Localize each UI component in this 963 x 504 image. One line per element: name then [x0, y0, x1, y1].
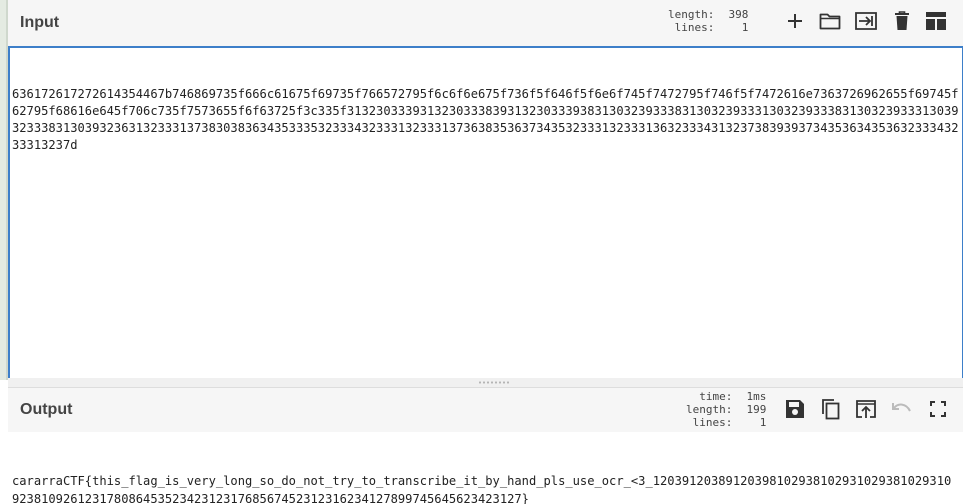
clear-input-button[interactable] [889, 8, 915, 34]
output-length-label: length: [686, 403, 733, 416]
output-textarea[interactable]: cararraCTF{this_flag_is_very_long_so_do_… [8, 432, 960, 504]
replace-input-button[interactable] [853, 396, 879, 422]
add-icon [788, 14, 802, 28]
output-time-value: 1ms [746, 390, 767, 403]
open-file-button[interactable] [853, 8, 879, 34]
fullscreen-icon [930, 401, 946, 417]
resize-divider[interactable] [8, 378, 963, 387]
copy-icon [822, 399, 840, 420]
layout-icon [926, 12, 946, 30]
input-length-label: length: [668, 8, 715, 21]
input-header: Input length: 398 lines: 1 [8, 0, 963, 46]
output-text: cararraCTF{this_flag_is_very_long_so_do_… [12, 474, 952, 504]
folder-icon [819, 13, 841, 30]
import-icon [855, 12, 877, 30]
reset-layout-button[interactable] [923, 8, 949, 34]
add-input-button[interactable] [782, 8, 808, 34]
output-length-value: 199 [746, 403, 767, 416]
input-text: 636172617272614354467b746869735f666c6167… [12, 87, 959, 152]
output-header: Output time: 1ms length: 199 lines: 1 [8, 387, 963, 432]
undo-icon [892, 403, 911, 412]
output-stats: time: 1ms length: 199 lines: 1 [686, 390, 766, 429]
undo-button[interactable] [889, 396, 915, 422]
cyberchef-io-pane: Input length: 398 lines: 1 6361726172726… [0, 0, 963, 504]
input-textarea[interactable]: 636172617272614354467b746869735f666c6167… [8, 46, 963, 380]
resize-grip-icon [478, 381, 510, 384]
save-icon [786, 400, 804, 418]
maximise-output-button[interactable] [925, 396, 951, 422]
input-lines-value: 1 [741, 21, 749, 34]
output-title: Output [20, 401, 73, 418]
output-lines-label: lines: [692, 416, 733, 429]
open-folder-button[interactable] [817, 8, 843, 34]
replace-input-icon [856, 400, 876, 418]
input-title: Input [20, 14, 60, 31]
trash-icon [895, 11, 909, 30]
copy-output-button[interactable] [817, 396, 843, 422]
save-output-button[interactable] [782, 396, 808, 422]
input-lines-label: lines: [674, 21, 715, 34]
input-length-value: 398 [728, 8, 749, 21]
output-time-label: time: [699, 390, 733, 403]
output-lines-value: 1 [759, 416, 767, 429]
input-stats: length: 398 lines: 1 [668, 8, 748, 34]
